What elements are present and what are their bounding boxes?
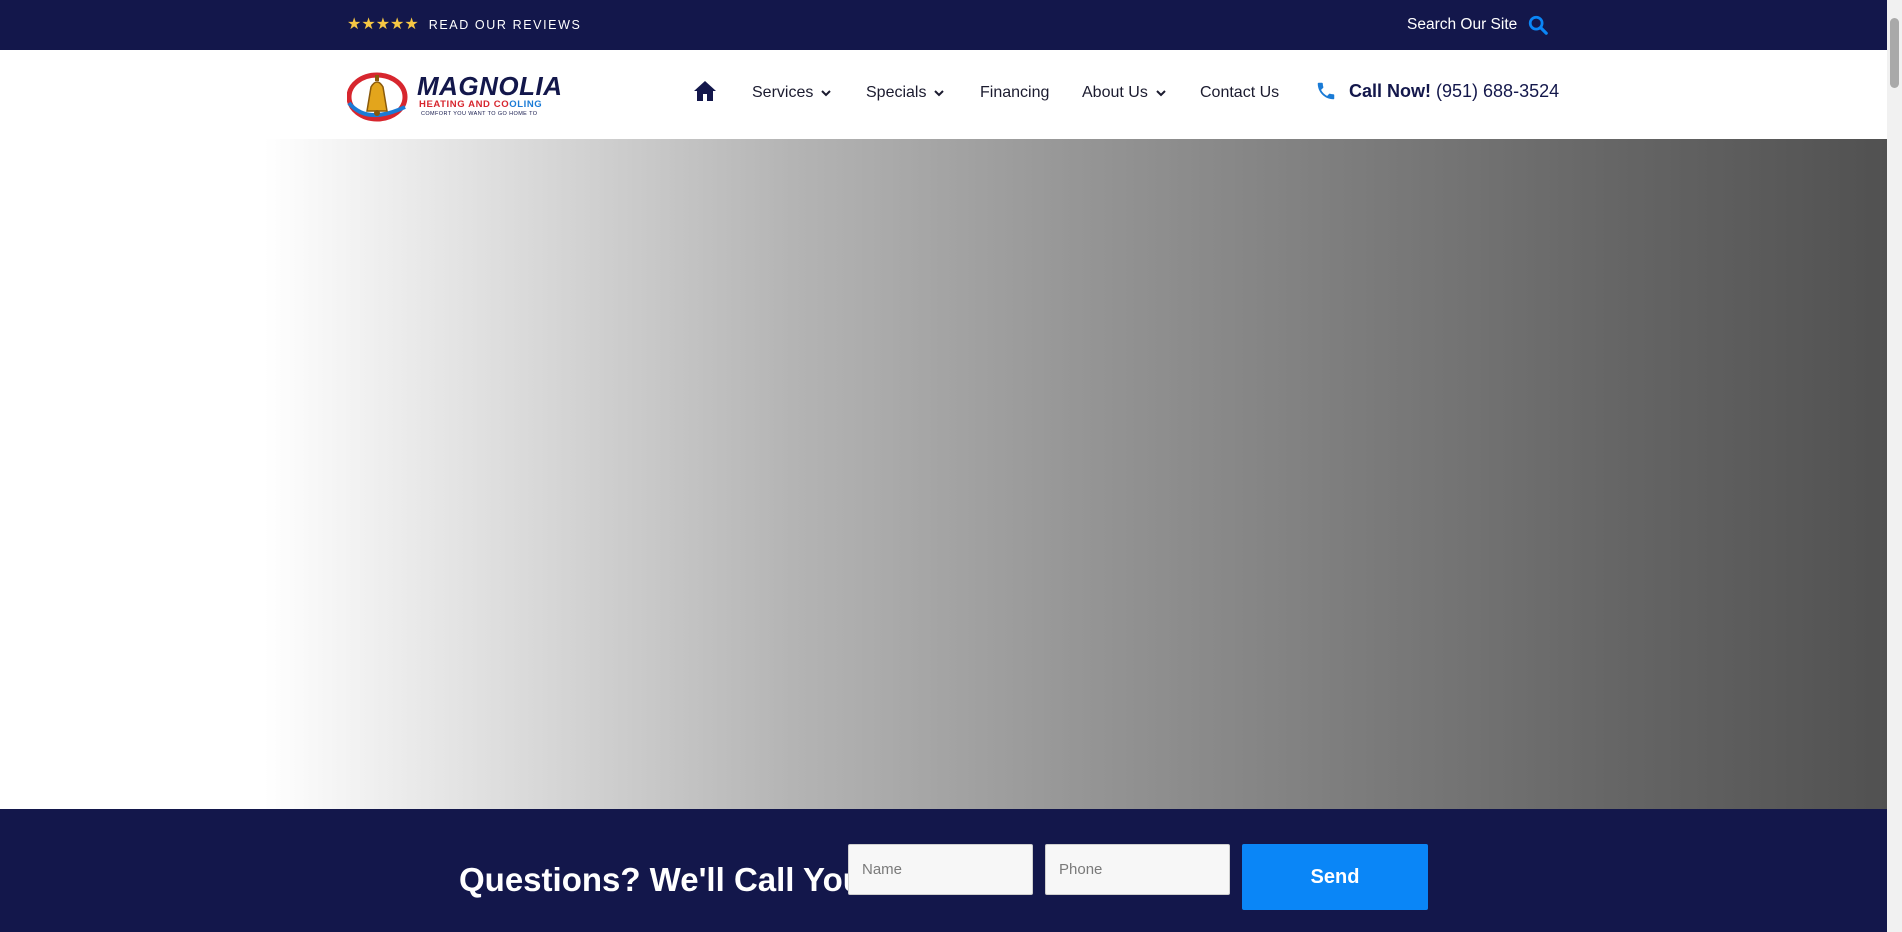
chevron-down-icon — [821, 89, 832, 96]
nav-about-us-label: About Us — [1082, 84, 1148, 101]
phone-input[interactable] — [1045, 844, 1230, 895]
top-utility-bar: ★★★★★ READ OUR REVIEWS Search Our Site — [0, 0, 1887, 50]
nav-specials-label: Specials — [866, 84, 927, 101]
send-button[interactable]: Send — [1242, 844, 1428, 910]
read-reviews-link[interactable]: ★★★★★ READ OUR REVIEWS — [347, 16, 581, 34]
nav-financing-label: Financing — [980, 84, 1050, 101]
main-header: MAGNOLIA HEATING AND COOLING COMFORT YOU… — [0, 50, 1887, 139]
nav-about-us[interactable]: About Us — [1082, 84, 1166, 102]
bell-logo-icon — [347, 72, 408, 122]
logo-tagline: COMFORT YOU WANT TO GO HOME TO — [421, 111, 538, 117]
callback-title: Questions? We'll Call You! — [459, 861, 874, 898]
search-icon[interactable] — [1527, 14, 1549, 36]
nav-services[interactable]: Services — [752, 84, 832, 102]
site-search[interactable]: Search Our Site — [1407, 14, 1549, 36]
call-now-label: Call Now! — [1349, 80, 1432, 101]
nav-financing[interactable]: Financing — [980, 84, 1049, 102]
nav-contact-us-label: Contact Us — [1200, 84, 1280, 101]
chevron-down-icon — [934, 89, 945, 96]
scrollbar-thumb[interactable] — [1890, 18, 1899, 88]
read-reviews-label: READ OUR REVIEWS — [428, 18, 582, 32]
call-now-link[interactable]: Call Now! (951) 688-3524 — [1315, 80, 1559, 102]
phone-number: (951) 688-3524 — [1436, 80, 1560, 101]
logo-subtitle: HEATING AND COOLING — [419, 99, 543, 110]
chevron-down-icon — [1156, 89, 1166, 96]
nav-specials[interactable]: Specials — [866, 84, 945, 102]
hero-banner — [0, 139, 1887, 809]
phone-icon — [1317, 82, 1335, 100]
name-input[interactable] — [848, 844, 1033, 895]
logo-wordmark: MAGNOLIA — [417, 71, 563, 101]
search-label: Search Our Site — [1407, 16, 1518, 33]
nav-contact-us[interactable]: Contact Us — [1200, 84, 1279, 102]
home-icon[interactable] — [693, 80, 717, 102]
rating-stars-icon: ★★★★★ — [347, 16, 419, 33]
callback-form-bar: Questions? We'll Call You! Send — [0, 809, 1887, 932]
nav-services-label: Services — [752, 84, 814, 101]
page-scrollbar[interactable] — [1887, 0, 1902, 932]
company-logo[interactable]: MAGNOLIA HEATING AND COOLING COMFORT YOU… — [347, 67, 567, 123]
